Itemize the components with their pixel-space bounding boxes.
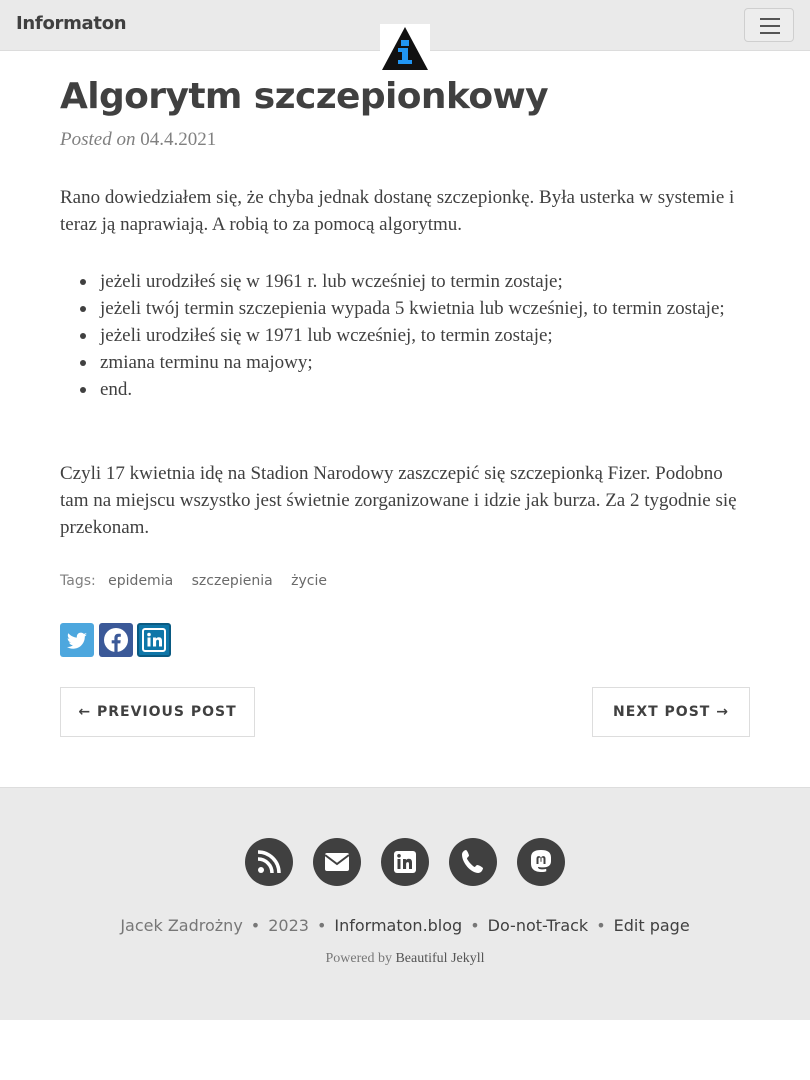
separator-dot: •: [250, 916, 261, 935]
tags-label: Tags:: [60, 573, 96, 589]
posted-on-label: Posted on: [60, 129, 136, 150]
list-item: zmiana terminu na majowy;: [60, 349, 750, 376]
mastodon-link[interactable]: [517, 838, 565, 886]
post-date: 04.4.2021: [140, 129, 217, 150]
tag-link[interactable]: życie: [291, 573, 327, 589]
linkedin-icon: [394, 851, 416, 873]
author-name: Jacek Zadrożny: [120, 916, 243, 935]
next-post-button[interactable]: NEXT POST →: [592, 687, 750, 737]
algorithm-list: jeżeli urodziłeś się w 1961 r. lub wcześ…: [60, 268, 750, 403]
hamburger-icon-line: [760, 25, 780, 27]
powered-by: Powered by Beautiful Jekyll: [0, 951, 810, 967]
menu-toggle-button[interactable]: [744, 8, 794, 42]
phone-icon: [462, 850, 483, 873]
envelope-icon: [324, 853, 350, 871]
phone-link[interactable]: [449, 838, 497, 886]
tag-link[interactable]: epidemia: [108, 573, 173, 589]
info-logo-icon: [382, 27, 428, 70]
previous-post-button[interactable]: ← PREVIOUS POST: [60, 687, 255, 737]
mastodon-icon: [531, 850, 551, 872]
hamburger-icon-line: [760, 18, 780, 20]
list-item: jeżeli twój termin szczepienia wypada 5 …: [60, 295, 750, 322]
post-paragraph-outro: Czyli 17 kwietnia idę na Stadion Narodow…: [60, 463, 737, 538]
site-brand-link[interactable]: Informaton: [16, 13, 127, 34]
share-twitter-button[interactable]: [60, 623, 94, 657]
separator-dot: •: [596, 916, 606, 935]
copyright-year: 2023: [268, 916, 309, 935]
tag-link[interactable]: szczepienia: [192, 573, 273, 589]
rss-icon: [257, 850, 281, 874]
post-meta: Posted on 04.4.2021: [60, 129, 216, 151]
site-logo[interactable]: [380, 24, 430, 72]
share-linkedin-button[interactable]: [137, 623, 171, 657]
share-facebook-button[interactable]: [99, 623, 133, 657]
separator-dot: •: [316, 916, 327, 935]
hamburger-icon-line: [760, 32, 780, 34]
do-not-track-link[interactable]: Do-not-Track: [488, 916, 589, 935]
list-item: jeżeli urodziłeś się w 1961 r. lub wcześ…: [60, 268, 750, 295]
separator-dot: •: [470, 916, 480, 935]
twitter-icon: [66, 632, 87, 649]
rss-link[interactable]: [245, 838, 293, 886]
site-url-link[interactable]: Informaton.blog: [334, 916, 462, 935]
footer-credits: Jacek Zadrożny • 2023 • Informaton.blog • Do-n…: [0, 916, 810, 935]
linkedin-icon: [142, 628, 166, 652]
email-link[interactable]: [313, 838, 361, 886]
linkedin-link[interactable]: [381, 838, 429, 886]
powered-by-label: Powered by: [325, 951, 392, 966]
footer: [0, 787, 810, 1020]
post-title: Algorytm szczepionkowy: [60, 76, 549, 117]
facebook-icon: [104, 628, 128, 652]
list-item: end.: [60, 376, 750, 403]
edit-page-link[interactable]: Edit page: [614, 916, 690, 935]
list-item: jeżeli urodziłeś się w 1971 lub wcześnie…: [60, 322, 750, 349]
post-tags: Tags: epidemia szczepienia życie: [60, 573, 333, 589]
post-paragraph-intro: Rano dowiedziałem się, że chyba jednak d…: [60, 187, 735, 235]
theme-link[interactable]: Beautiful Jekyll: [395, 951, 484, 966]
